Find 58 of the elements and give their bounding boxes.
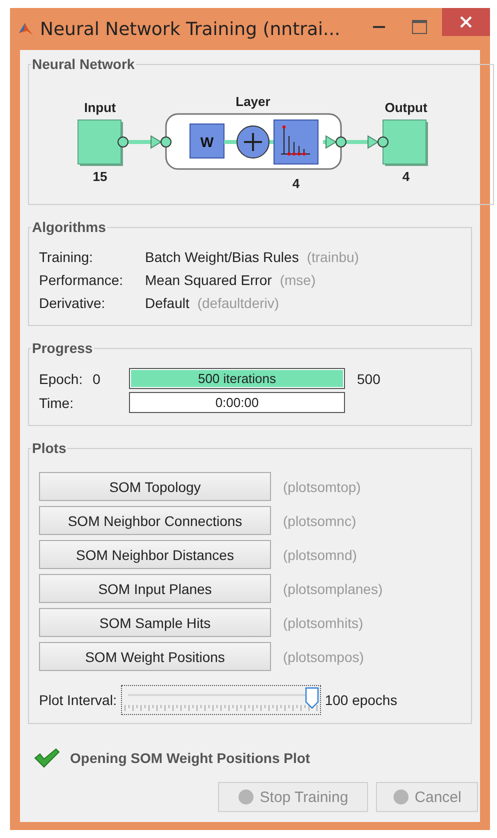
field-label: Performance: [39, 272, 124, 288]
progress-text: 500 iterations [198, 371, 276, 386]
input-block [78, 120, 123, 166]
panel-title: Plots [31, 440, 68, 456]
output-size: 4 [402, 169, 410, 184]
panel-title: Neural Network [31, 56, 136, 72]
plot-button[interactable]: SOM Weight Positions [39, 642, 271, 671]
plot-button[interactable]: SOM Sample Hits [39, 608, 271, 637]
plot-interval-slider[interactable] [120, 685, 321, 715]
function-name: (plotsomtop) [283, 478, 362, 494]
output-block [382, 120, 428, 166]
weight-block: W [190, 124, 224, 158]
connector-node [336, 136, 346, 148]
field-label: Time: [39, 394, 74, 410]
function-name: (plotsomhits) [283, 614, 364, 630]
field-label: Epoch: [39, 370, 83, 386]
window-title: Neural Network Training (nntrai... [40, 18, 342, 40]
field-label: Training: [39, 249, 94, 265]
function-name: (trainbu) [306, 249, 359, 265]
connector-arrow [323, 135, 337, 149]
output-label: Output [384, 100, 428, 115]
field-label: Plot Interval: [39, 692, 117, 708]
algorithm-name: Default [145, 295, 190, 311]
plot-button[interactable]: SOM Topology [39, 472, 271, 501]
circle-icon [238, 789, 254, 805]
layer-size: 4 [292, 176, 300, 191]
function-name: (plotsomplanes) [283, 580, 384, 596]
connector-arrow [126, 135, 162, 149]
function-name: (defaultderiv) [197, 295, 280, 311]
connector-arrow [346, 135, 379, 149]
plot-button[interactable]: SOM Neighbor Connections [39, 506, 271, 535]
connector-node [118, 136, 128, 148]
plot-button[interactable]: SOM Input Planes [39, 574, 271, 603]
field-label: Derivative: [39, 295, 106, 311]
function-name: (mse) [280, 272, 316, 288]
panel-title: Progress [31, 340, 94, 356]
circle-icon [392, 789, 409, 805]
input-size: 15 [92, 169, 108, 184]
plot-button[interactable]: SOM Neighbor Distances [39, 540, 271, 569]
interval-value: 100 epochs [324, 692, 398, 708]
close-icon [460, 16, 472, 28]
connector-node [378, 136, 388, 148]
layer-label: Layer [236, 94, 270, 109]
input-label: Input [84, 100, 116, 115]
panel-title: Algorithms [31, 219, 107, 235]
end-value: 500 [357, 370, 382, 386]
start-value: 0 [92, 370, 100, 386]
function-name: (plotsompos) [283, 648, 365, 664]
algorithm-name: Batch Weight/Bias Rules [145, 249, 299, 265]
connector-node [160, 136, 172, 148]
function-name: (plotsomnc) [283, 512, 358, 528]
app-logo-icon [18, 21, 34, 37]
status-message: Opening SOM Weight Positions Plot [70, 750, 310, 766]
algorithm-name: Mean Squared Error [145, 272, 272, 288]
function-name: (plotsomnd) [283, 546, 358, 562]
sum-icon [236, 126, 270, 158]
transfer-function-icon [274, 120, 318, 164]
close-button[interactable] [442, 8, 490, 36]
